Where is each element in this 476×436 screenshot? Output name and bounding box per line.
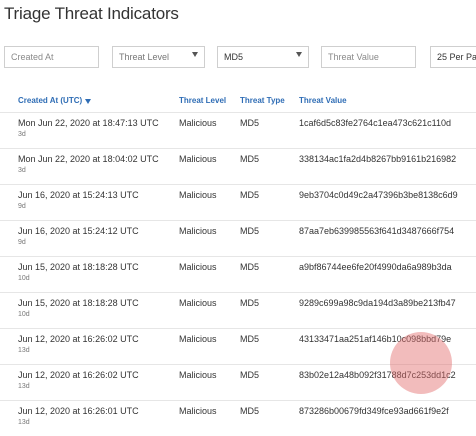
threat-level-cell: Malicious — [179, 153, 217, 164]
threat-value-cell: 873286b00679fd349fce93ad661f9e2f — [299, 405, 449, 416]
threat-value-cell: 9289c699a98c9da194d3a89be213fb47 — [299, 297, 456, 308]
created-at-date: Jun 16, 2020 at 15:24:13 UTC — [18, 189, 139, 200]
threat-type-select-value: MD5 — [224, 52, 244, 62]
threat-type-cell: MD5 — [240, 153, 260, 164]
created-at-cell: Mon Jun 22, 2020 at 18:47:13 UTC 3d — [0, 112, 179, 148]
chevron-down-icon — [192, 52, 198, 57]
threat-level-cell: Malicious — [179, 297, 217, 308]
created-at-cell: Jun 15, 2020 at 18:18:28 UTC 10d — [0, 292, 179, 328]
created-at-filter[interactable] — [4, 46, 99, 68]
threat-level-cell: Malicious — [179, 189, 217, 200]
per-page-select-value: 25 Per Page — [437, 52, 476, 62]
threat-value-cell: a9bf86744ee6fe20f4990da6a989b3da — [299, 261, 452, 272]
created-at-input[interactable] — [11, 52, 98, 62]
table-row[interactable]: Jun 15, 2020 at 18:18:28 UTC 10d Maliciou… — [0, 292, 476, 328]
threat-value-cell: 1caf6d5c83fe2764c1ea473c621c110d — [299, 117, 451, 128]
created-at-date: Mon Jun 22, 2020 at 18:04:02 UTC — [18, 153, 159, 164]
threat-value-cell: 9eb3704c0d49c2a47396b3be8138c6d9 — [299, 189, 458, 200]
table-row[interactable]: Jun 12, 2020 at 16:26:01 UTC 13d Maliciou… — [0, 400, 476, 436]
created-at-cell: Jun 16, 2020 at 15:24:13 UTC 9d — [0, 184, 179, 220]
threat-type-cell: MD5 — [240, 333, 260, 344]
page-title: Triage Threat Indicators — [4, 4, 179, 23]
threat-value-cell: 87aa7eb639985563f641d3487666f754 — [299, 225, 455, 236]
created-at-date: Jun 12, 2020 at 16:26:01 UTC — [18, 405, 139, 416]
column-header-created-at[interactable]: Created At (UTC) — [0, 90, 179, 112]
table-row[interactable]: Jun 15, 2020 at 18:18:28 UTC 10d Maliciou… — [0, 256, 476, 292]
created-at-date: Jun 15, 2020 at 18:18:28 UTC — [18, 297, 139, 308]
threat-value-cell: 83b02e12a48b092f31788d7c253dd1c2 — [299, 369, 456, 380]
chevron-down-icon — [296, 52, 302, 57]
threat-level-cell: Malicious — [179, 225, 217, 236]
created-at-cell: Jun 12, 2020 at 16:26:02 UTC 13d — [0, 364, 179, 400]
created-at-cell: Mon Jun 22, 2020 at 18:04:02 UTC 3d — [0, 148, 179, 184]
threat-type-cell: MD5 — [240, 405, 260, 416]
created-at-relative: 10d — [18, 310, 30, 318]
column-header-threat-level[interactable]: Threat Level — [179, 90, 240, 112]
created-at-relative: 13d — [18, 346, 30, 354]
created-at-date: Mon Jun 22, 2020 at 18:47:13 UTC — [18, 117, 159, 128]
threat-indicators-table: Created At (UTC) Threat Level Threat Typ… — [0, 90, 476, 436]
created-at-relative: 9d — [18, 238, 26, 246]
threat-type-cell: MD5 — [240, 189, 260, 200]
table-header-row: Created At (UTC) Threat Level Threat Typ… — [0, 90, 476, 112]
created-at-cell: Jun 12, 2020 at 16:26:02 UTC 13d — [0, 328, 179, 364]
threat-value-filter[interactable] — [321, 46, 416, 68]
threat-value-input[interactable] — [328, 52, 415, 62]
created-at-date: Jun 16, 2020 at 15:24:12 UTC — [18, 225, 139, 236]
threat-level-cell: Malicious — [179, 117, 217, 128]
column-header-threat-type[interactable]: Threat Type — [240, 90, 299, 112]
table-row[interactable]: Jun 16, 2020 at 15:24:13 UTC 9d Malicious… — [0, 184, 476, 220]
created-at-date: Jun 15, 2020 at 18:18:28 UTC — [18, 261, 139, 272]
threat-level-cell: Malicious — [179, 333, 217, 344]
threat-type-cell: MD5 — [240, 117, 260, 128]
sort-descending-icon — [85, 98, 92, 104]
table-row[interactable]: Jun 16, 2020 at 15:24:12 UTC 9d Malicious… — [0, 220, 476, 256]
threat-value-cell: 43133471aa251af146b10c098bbd79e — [299, 333, 452, 344]
table-row[interactable]: Mon Jun 22, 2020 at 18:04:02 UTC 3d Malic… — [0, 148, 476, 184]
threat-level-cell: Malicious — [179, 405, 217, 416]
table-row[interactable]: Jun 12, 2020 at 16:26:02 UTC 13d Maliciou… — [0, 364, 476, 400]
threat-level-cell: Malicious — [179, 261, 217, 272]
created-at-relative: 13d — [18, 382, 30, 390]
filter-bar: Threat Level MD5 25 Per Page — [0, 46, 476, 70]
threat-level-select-label: Threat Level — [119, 52, 170, 62]
threat-level-cell: Malicious — [179, 369, 217, 380]
threat-type-select[interactable]: MD5 — [217, 46, 309, 68]
table-row[interactable]: Jun 12, 2020 at 16:26:02 UTC 13d Maliciou… — [0, 328, 476, 364]
created-at-date: Jun 12, 2020 at 16:26:02 UTC — [18, 369, 139, 380]
created-at-relative: 3d — [18, 130, 26, 138]
column-header-threat-value[interactable]: Threat Value — [299, 90, 476, 112]
created-at-date: Jun 12, 2020 at 16:26:02 UTC — [18, 333, 139, 344]
created-at-relative: 13d — [18, 418, 30, 426]
created-at-cell: Jun 12, 2020 at 16:26:01 UTC 13d — [0, 400, 179, 436]
threat-type-cell: MD5 — [240, 225, 260, 236]
created-at-relative: 3d — [18, 166, 26, 174]
created-at-relative: 10d — [18, 274, 30, 282]
threat-type-cell: MD5 — [240, 261, 260, 272]
created-at-cell: Jun 15, 2020 at 18:18:28 UTC 10d — [0, 256, 179, 292]
table-row[interactable]: Mon Jun 22, 2020 at 18:47:13 UTC 3d Malic… — [0, 112, 476, 148]
threat-type-cell: MD5 — [240, 369, 260, 380]
created-at-cell: Jun 16, 2020 at 15:24:12 UTC 9d — [0, 220, 179, 256]
per-page-select[interactable]: 25 Per Page — [430, 46, 476, 68]
threat-value-cell: 338134ac1fa2d4b8267bb9161b216982 — [299, 153, 457, 164]
created-at-relative: 9d — [18, 202, 26, 210]
threat-level-select[interactable]: Threat Level — [112, 46, 205, 68]
threat-type-cell: MD5 — [240, 297, 260, 308]
